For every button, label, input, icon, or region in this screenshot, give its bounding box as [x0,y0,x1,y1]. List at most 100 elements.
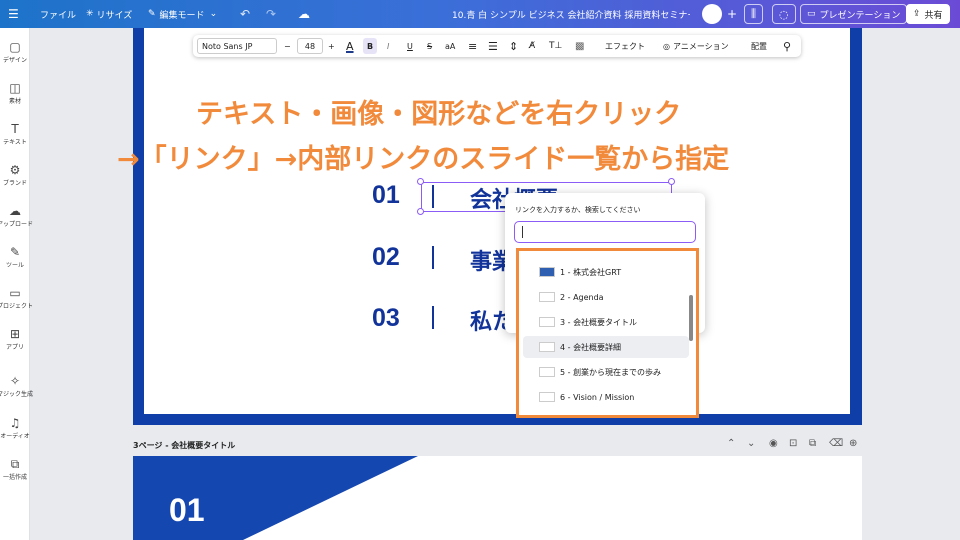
resize-handle[interactable] [417,178,424,185]
font-family-select[interactable]: Noto Sans JP [197,38,277,54]
document-title[interactable]: 10.青 白 シンプル ビジネス 会社紹介資料 採用資料セミナー資料 ... [452,0,690,28]
slide-canvas[interactable] [144,28,850,414]
effects-button[interactable]: エフェクト [605,35,645,57]
spacing-icon[interactable]: ⇕ [509,35,518,57]
slide-thumbnail [539,317,555,327]
vertical-text-icon[interactable]: T⊥ [549,35,562,57]
brand-icon: ⚙ [9,163,21,177]
sidebar-item-brand[interactable]: ⚙ ブランド [0,163,30,187]
upload-icon: ☁ [9,204,21,218]
slide-link-list[interactable]: 1 - 株式会社GRT 2 - Agenda 3 - 会社概要タイトル 4 - … [516,248,699,418]
agenda-number-3: 03 [372,304,400,332]
bold-button[interactable]: B [363,38,378,54]
duplicate-icon[interactable]: ⧉ [809,438,816,449]
slide-thumbnail [539,267,555,277]
share-button[interactable]: ⇪ 共有 [906,4,950,24]
sidebar-item-text[interactable]: T テキスト [0,122,30,146]
slide-thumbnail [539,292,555,302]
resize-button[interactable]: ✳ リサイズ [86,0,132,28]
left-sidebar: ▢ デザイン ◫ 素材 T テキスト ⚙ ブランド ☁ アップロード ✎ ツール ▭ プロジェクト ⊞ アプリ… [0,28,33,540]
sidebar-item-label: テキスト [3,139,27,146]
resize-handle[interactable] [417,208,424,215]
comment-icon[interactable]: ◌ [772,4,796,24]
underline-button[interactable]: U [407,35,413,57]
slide-thumbnail [539,392,555,402]
slide-link-item[interactable]: 6 - Vision / Mission [523,386,689,408]
sidebar-item-label: デザイン [2,57,27,64]
text-color-icon[interactable]: A [346,35,354,57]
avatar[interactable] [702,4,722,24]
sidebar-item-elements[interactable]: ◫ 素材 [0,81,30,105]
agenda-number-2: 02 [372,243,400,271]
audio-icon: ♫ [9,416,21,430]
link-prompt-label: リンクを入力するか、検索してください [515,206,641,214]
eye-icon[interactable]: ◉ [769,438,778,449]
transparency-icon[interactable]: ▩ [575,35,584,57]
present-button[interactable]: ▭ プレゼンテーション [800,4,908,24]
sidebar-item-design[interactable]: ▢ デザイン [0,40,30,64]
instruction-line-2: →「リンク」→内部リンクのスライド一覧から指定 [117,144,730,175]
chevron-down-icon: ⌄ [209,9,218,19]
insights-icon[interactable]: ⫼ [744,4,764,24]
sidebar-item-magic[interactable]: ✧ マジック生成 [0,374,33,398]
align-icon[interactable]: ≡ [468,35,477,57]
strikethrough-button[interactable]: S [427,35,432,57]
agenda-divider [432,246,434,269]
chevron-up-icon[interactable]: ⌃ [727,438,735,449]
delete-icon[interactable]: ⌫ [829,438,843,449]
position-button[interactable]: 配置 [751,35,767,57]
animation-button[interactable]: ◎ アニメーション [663,35,729,57]
slide-link-item[interactable]: 1 - 株式会社GRT [523,261,689,283]
chevron-down-icon[interactable]: ⌄ [747,438,755,449]
font-size-increase[interactable]: + [328,35,335,57]
sidebar-item-label: マジック生成 [0,391,33,398]
font-size-decrease[interactable]: − [284,35,291,57]
text-style-icon[interactable]: A̸ [529,35,535,57]
design-icon: ▢ [9,40,21,54]
sidebar-item-upload[interactable]: ☁ アップロード [0,204,33,228]
slide-link-item[interactable]: 3 - 会社概要タイトル [523,311,689,333]
slide-3-preview[interactable]: 01 [133,456,862,540]
font-size-input[interactable]: 48 [297,38,323,54]
sidebar-item-bulk[interactable]: ⧉ 一括作成 [0,457,30,481]
edit-mode-dropdown[interactable]: ✎ 編集モード ⌄ [148,0,217,28]
cloud-icon[interactable]: ☁ [298,0,310,28]
sidebar-item-label: ブランド [2,180,27,187]
sidebar-item-audio[interactable]: ♫ オーディオ [0,416,30,440]
apps-icon: ⊞ [9,327,21,341]
sidebar-item-apps[interactable]: ⊞ アプリ [0,327,30,351]
agenda-divider [432,306,434,329]
add-collaborator-button[interactable]: + [725,4,739,24]
slide-accent-diagonal [243,456,418,540]
italic-button[interactable]: I [387,35,389,57]
text-toolbar: Noto Sans JP − 48 + A B I U S aA ≡ ☰ ⇕ A… [193,35,801,57]
slide-section-number: 01 [169,492,205,528]
file-menu[interactable]: ファイル [40,0,76,28]
undo-icon[interactable]: ↶ [240,0,250,28]
present-icon: ▭ [807,9,816,19]
slide-link-item[interactable]: 4 - 会社概要詳細 [523,336,689,358]
animation-icon: ◎ [663,41,670,51]
resize-handle[interactable] [668,178,675,185]
bulk-icon: ⧉ [10,457,20,471]
redo-icon[interactable]: ↷ [266,0,276,28]
menu-icon[interactable]: ☰ [8,0,19,28]
letter-case-button[interactable]: aA [445,35,455,57]
sparkle-icon: ✳ [86,9,94,19]
paint-format-icon[interactable]: ⚲ [783,35,791,57]
lock-icon[interactable]: ⊡ [789,438,797,449]
slide-link-item[interactable]: 5 - 創業から現在までの歩み [523,361,689,383]
sidebar-item-tools[interactable]: ✎ ツール [0,245,30,269]
slide-link-item[interactable]: 2 - Agenda [523,286,689,308]
link-search-input[interactable] [514,221,696,243]
magic-icon: ✧ [9,374,21,388]
sidebar-item-label: 素材 [8,98,21,105]
tools-icon: ✎ [9,245,21,259]
instruction-line-1: テキスト・画像・図形などを右クリック [196,99,682,130]
list-icon[interactable]: ☰ [488,35,498,57]
sidebar-item-projects[interactable]: ▭ プロジェクト [0,286,33,310]
sidebar-item-label: アップロード [0,221,33,228]
sidebar-item-label: オーディオ [0,433,30,440]
scrollbar-thumb[interactable] [689,295,693,341]
add-page-icon[interactable]: ⊕ [849,438,857,449]
